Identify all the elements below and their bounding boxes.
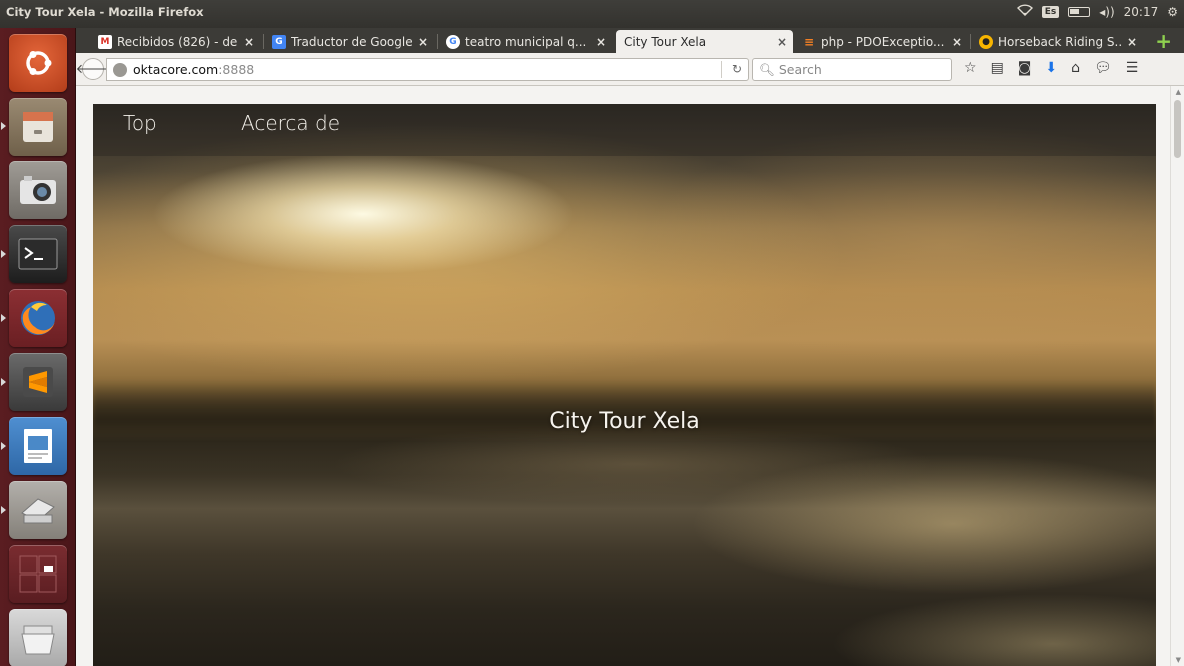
presentation-icon[interactable] [9,417,67,475]
hero-title: City Tour Xela [549,409,700,434]
nav-link-acerca-de[interactable]: Acerca de [241,111,340,135]
volume-icon[interactable]: ◂)) [1099,5,1114,19]
site-navbar: Top Acerca de [93,104,1156,156]
launcher-pip [1,122,6,130]
search-placeholder: Search [778,62,822,77]
close-icon[interactable]: × [952,35,962,49]
google-translate-icon: G [272,34,286,49]
tab-label: Horseback Riding S... [998,34,1121,49]
keyboard-layout-indicator[interactable]: Es [1041,5,1060,18]
close-icon[interactable]: × [777,35,787,49]
unity-launcher [0,28,76,666]
pocket-icon[interactable]: ◙ [1018,60,1032,76]
launcher-pip [1,378,6,386]
browser-nav-bar: 🡐 oktacore.com:8888 ↻ 🔍︎ Search ☆ ▤ ◙ ⬇ … [76,53,1184,86]
tab-separator [263,34,264,49]
tab-stackoverflow[interactable]: ≡ php - PDOExceptio... × [796,30,968,53]
google-icon: G [446,34,460,49]
battery-icon[interactable] [1068,6,1091,17]
tab-google-translate[interactable]: G Traductor de Google × [266,30,434,53]
terminal-icon[interactable] [9,225,67,283]
hero-banner: Top Acerca de City Tour Xela [93,104,1156,666]
wifi-icon[interactable] [1016,4,1033,19]
system-top-panel: City Tour Xela - Mozilla Firefox Es ◂)) … [0,0,1184,28]
tab-tripadvisor[interactable]: ● Horseback Riding S... × [973,30,1143,53]
tab-separator [437,34,438,49]
tab-label: teatro municipal q... [465,34,587,49]
tab-label: Traductor de Google [291,34,412,49]
sublime-text-icon[interactable] [9,353,67,411]
browser-toolbar-icons: ☆ ▤ ◙ ⬇ ⌂ 💬︎ ☰ [964,60,1138,76]
tab-separator [970,34,971,49]
url-divider [721,61,722,78]
tab-label: php - PDOExceptio... [821,34,945,49]
tab-label: City Tour Xela [624,34,707,49]
scanner-icon[interactable] [9,481,67,539]
tab-google-search[interactable]: G teatro municipal q... × [440,30,612,53]
search-icon: 🔍︎ [759,61,775,77]
site-identity-globe-icon[interactable] [113,62,127,77]
launcher-pip [1,314,6,322]
reload-icon[interactable]: ↻ [732,62,742,76]
launcher-pip [1,442,6,450]
search-input[interactable]: 🔍︎ Search [752,58,952,81]
browser-tab-strip: M Recibidos (826) - de... × G Traductor … [76,28,1184,53]
stackoverflow-icon: ≡ [803,34,815,49]
system-indicators: Es ◂)) 20:17 ⚙ [1016,4,1178,19]
tab-label: Recibidos (826) - de... [117,34,238,49]
nav-link-top[interactable]: Top [123,111,157,135]
tab-city-tour-xela[interactable]: City Tour Xela × [616,30,793,53]
clock[interactable]: 20:17 [1124,5,1159,19]
bookmark-star-icon[interactable]: ☆ [964,60,977,76]
scroll-up-arrow-icon[interactable]: ▲ [1176,88,1181,96]
tab-gmail[interactable]: M Recibidos (826) - de... × [92,30,260,53]
scroll-down-arrow-icon[interactable]: ▼ [1176,656,1181,664]
gmail-icon: M [98,34,112,49]
close-icon[interactable]: × [418,35,428,49]
launcher-pip [1,250,6,258]
url-bar[interactable]: oktacore.com:8888 ↻ [106,58,749,81]
page-scrollbar[interactable]: ▲ ▼ [1170,86,1184,666]
back-arrow-icon[interactable]: 🡐 [76,58,110,80]
trash-icon[interactable] [9,609,67,666]
home-icon[interactable]: ⌂ [1071,60,1080,76]
workspace-switcher-icon[interactable] [9,545,67,603]
close-icon[interactable]: × [1127,35,1137,49]
chat-icon[interactable]: 💬︎ [1094,60,1112,76]
file-cabinet-icon[interactable] [9,98,67,156]
hamburger-menu-icon[interactable]: ☰ [1126,60,1139,76]
close-icon[interactable]: × [244,35,254,49]
reading-list-icon[interactable]: ▤ [991,60,1004,76]
downloads-arrow-icon[interactable]: ⬇ [1045,60,1057,76]
window-title: City Tour Xela - Mozilla Firefox [6,5,204,19]
launcher-pip [1,506,6,514]
tripadvisor-icon: ● [979,34,993,49]
url-port: :8888 [218,62,255,77]
settings-gear-icon[interactable]: ⚙ [1167,5,1178,19]
firefox-icon[interactable] [9,289,67,347]
camera-icon[interactable] [9,161,67,219]
url-host: oktacore.com [133,62,219,77]
scrollbar-thumb[interactable] [1174,100,1181,158]
new-tab-plus-icon[interactable]: + [1155,31,1172,51]
ubuntu-logo-icon[interactable] [9,34,67,92]
close-icon[interactable]: × [596,35,606,49]
page-viewport: Top Acerca de City Tour Xela ▲ ▼ [76,86,1184,666]
